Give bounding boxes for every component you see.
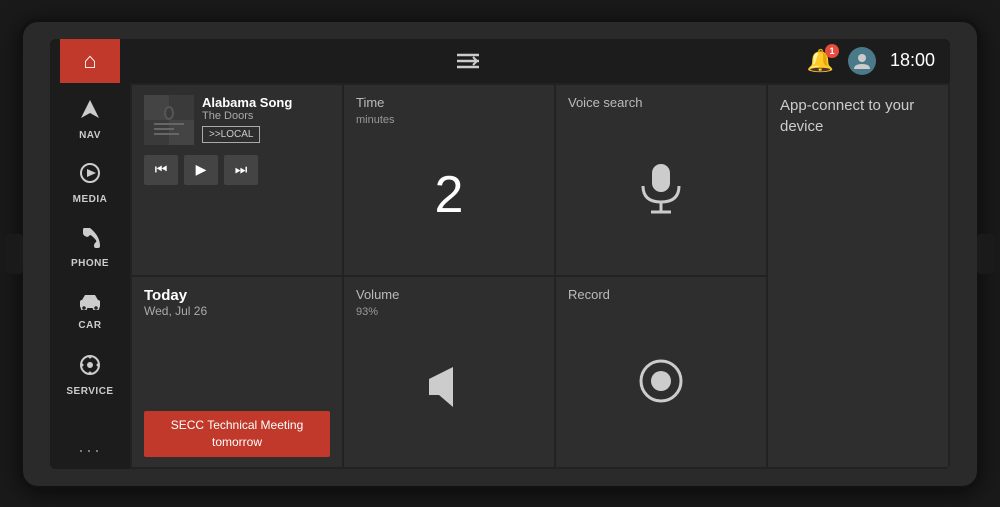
volume-icon — [356, 318, 542, 457]
user-avatar[interactable] — [848, 47, 876, 75]
phone-icon — [80, 226, 100, 254]
record-tile[interactable]: Record — [556, 277, 766, 467]
music-controls: ⏮ ▶ ⏭ — [144, 155, 330, 185]
sidebar-item-car[interactable]: CAR — [54, 281, 126, 343]
home-icon: ⌂ — [83, 48, 96, 74]
clock-display: 18:00 — [890, 50, 940, 71]
bell-wrapper[interactable]: 🔔 1 — [807, 48, 834, 74]
device-frame: ⌂ 🔔 1 — [20, 19, 980, 489]
media-icon — [79, 162, 101, 190]
nav-label: NAV — [79, 130, 101, 141]
bell-badge: 1 — [825, 44, 839, 58]
microphone-icon — [568, 114, 754, 265]
top-bar: ⌂ 🔔 1 — [50, 39, 950, 83]
next-button[interactable]: ⏭ — [224, 155, 258, 185]
car-icon — [77, 292, 103, 316]
time-value: 2 — [356, 126, 542, 265]
music-title: Alabama Song — [202, 95, 330, 110]
sidebar-item-nav[interactable]: NAV — [54, 89, 126, 151]
main-area: NAV MEDIA — [50, 83, 950, 469]
volume-sub: 93% — [356, 306, 542, 318]
service-icon — [79, 354, 101, 382]
music-tile[interactable]: Alabama Song The Doors >>LOCAL ⏮ ▶ ⏭ — [132, 85, 342, 275]
top-bar-right: 🔔 1 18:00 — [807, 47, 940, 75]
mount-left — [5, 234, 23, 274]
sidebar: NAV MEDIA — [50, 83, 130, 469]
record-label: Record — [568, 287, 754, 302]
music-info: Alabama Song The Doors >>LOCAL — [144, 95, 330, 145]
phone-label: PHONE — [71, 258, 109, 269]
date-full: Wed, Jul 26 — [144, 304, 330, 318]
mount-right — [977, 234, 995, 274]
volume-tile[interactable]: Volume 93% — [344, 277, 554, 467]
date-day: Today — [144, 287, 330, 304]
time-tile-label: Time — [356, 95, 542, 110]
volume-label: Volume — [356, 287, 542, 302]
sidebar-more[interactable]: ··· — [78, 440, 102, 461]
app-connect-text: App-connect to your device — [780, 95, 936, 137]
media-label: MEDIA — [73, 194, 108, 205]
date-tile[interactable]: Today Wed, Jul 26 SECC Technical Meeting… — [132, 277, 342, 467]
time-tile-sub: minutes — [356, 114, 542, 126]
home-tab[interactable]: ⌂ — [60, 39, 120, 83]
sidebar-item-phone[interactable]: PHONE — [54, 217, 126, 279]
app-connect-tile[interactable]: App-connect to your device — [768, 85, 948, 467]
nav-icon — [79, 98, 101, 126]
play-button[interactable]: ▶ — [184, 155, 218, 185]
sidebar-item-media[interactable]: MEDIA — [54, 153, 126, 215]
album-art — [144, 95, 194, 145]
local-button[interactable]: >>LOCAL — [202, 126, 260, 143]
voice-tile[interactable]: Voice search — [556, 85, 766, 275]
time-tile[interactable]: Time minutes 2 — [344, 85, 554, 275]
album-art-inner — [144, 95, 194, 145]
record-icon — [568, 306, 754, 457]
screen: ⌂ 🔔 1 — [50, 39, 950, 469]
content-grid: Alabama Song The Doors >>LOCAL ⏮ ▶ ⏭ Tim… — [130, 83, 950, 469]
event-box[interactable]: SECC Technical Meeting tomorrow — [144, 411, 330, 457]
top-bar-middle — [130, 53, 807, 69]
voice-label: Voice search — [568, 95, 754, 110]
prev-button[interactable]: ⏮ — [144, 155, 178, 185]
service-label: SERVICE — [66, 386, 113, 397]
music-artist: The Doors — [202, 110, 330, 122]
menu-icon[interactable] — [457, 53, 479, 69]
car-label: CAR — [78, 320, 101, 331]
sidebar-item-service[interactable]: SERVICE — [54, 345, 126, 407]
music-text: Alabama Song The Doors >>LOCAL — [202, 95, 330, 143]
